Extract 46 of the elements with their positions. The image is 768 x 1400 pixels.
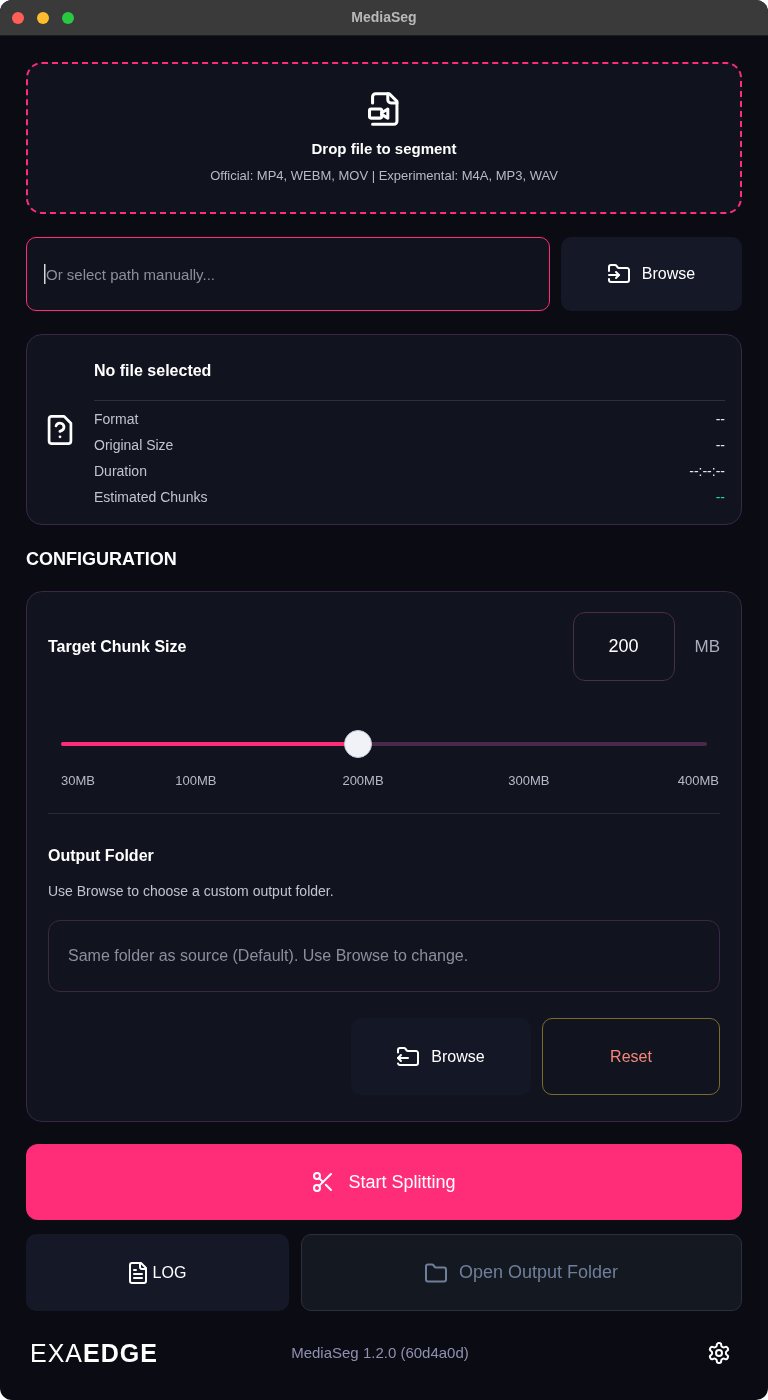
info-value: -- bbox=[715, 435, 725, 455]
file-text-icon bbox=[128, 1261, 147, 1284]
file-status-title: No file selected bbox=[94, 361, 213, 381]
supported-formats-text: Official: MP4, WEBM, MOV | Experimental: M4A, MP3, WAV bbox=[210, 167, 558, 184]
folder-output-icon bbox=[397, 1045, 420, 1068]
drop-zone-title: Drop file to segment bbox=[311, 138, 457, 159]
browse-button[interactable]: Browse bbox=[561, 237, 742, 311]
path-input-field[interactable]: Or select path manually... bbox=[26, 237, 550, 311]
chunk-size-label: Target Chunk Size bbox=[48, 636, 187, 657]
info-label: Duration bbox=[94, 461, 147, 481]
info-value: -- bbox=[715, 409, 725, 429]
info-label: Estimated Chunks bbox=[94, 487, 208, 507]
section-heading: CONFIGURATION bbox=[26, 548, 178, 571]
window-title: MediaSeg bbox=[351, 8, 417, 27]
browse-button[interactable]: Browse bbox=[351, 1018, 531, 1095]
folder-icon bbox=[424, 1262, 447, 1283]
tick-label: 30MB bbox=[61, 773, 95, 789]
scissors-icon bbox=[312, 1171, 335, 1193]
info-value: -- bbox=[715, 487, 725, 507]
settings-icon[interactable] bbox=[708, 1342, 730, 1364]
output-folder-hint: Use Browse to choose a custom output folder. bbox=[48, 883, 335, 899]
output-folder-field[interactable]: Same folder as source (Default). Use Browse to change. bbox=[48, 920, 720, 992]
version-text: MediaSeg 1.2.0 (60d4a0d) bbox=[291, 1342, 469, 1363]
slider-thumb[interactable] bbox=[344, 730, 373, 758]
unit-label: MB bbox=[694, 635, 720, 658]
tick-label: 100MB bbox=[175, 773, 217, 789]
zoom-window-icon[interactable] bbox=[62, 11, 74, 24]
file-video-icon bbox=[369, 92, 399, 125]
tick-label: 200MB bbox=[342, 773, 384, 789]
start-splitting-button[interactable]: Start Splitting bbox=[26, 1144, 742, 1220]
minimize-window-icon[interactable] bbox=[37, 11, 49, 24]
close-window-icon[interactable] bbox=[12, 11, 24, 24]
info-value: --:--:-- bbox=[689, 461, 725, 481]
log-button[interactable]: LOG bbox=[26, 1234, 289, 1311]
reset-button[interactable]: Reset bbox=[542, 1018, 720, 1095]
info-label: Format bbox=[94, 409, 139, 429]
tick-label: 300MB bbox=[508, 773, 550, 789]
info-label: Original Size bbox=[94, 435, 174, 455]
chunk-size-input[interactable]: 200 bbox=[572, 612, 675, 681]
tick-label: 400MB bbox=[677, 773, 719, 789]
folder-input-icon bbox=[607, 263, 630, 285]
file-question-icon bbox=[47, 414, 73, 445]
brand-logo: EXAEDGE bbox=[30, 1339, 158, 1367]
chunk-size-slider[interactable] bbox=[61, 730, 707, 758]
output-folder-label: Output Folder bbox=[48, 846, 155, 866]
drop-zone[interactable]: Drop file to segment Official: MP4, WEBM, MOV | Experimental: M4A, MP3, WAV bbox=[26, 62, 742, 214]
